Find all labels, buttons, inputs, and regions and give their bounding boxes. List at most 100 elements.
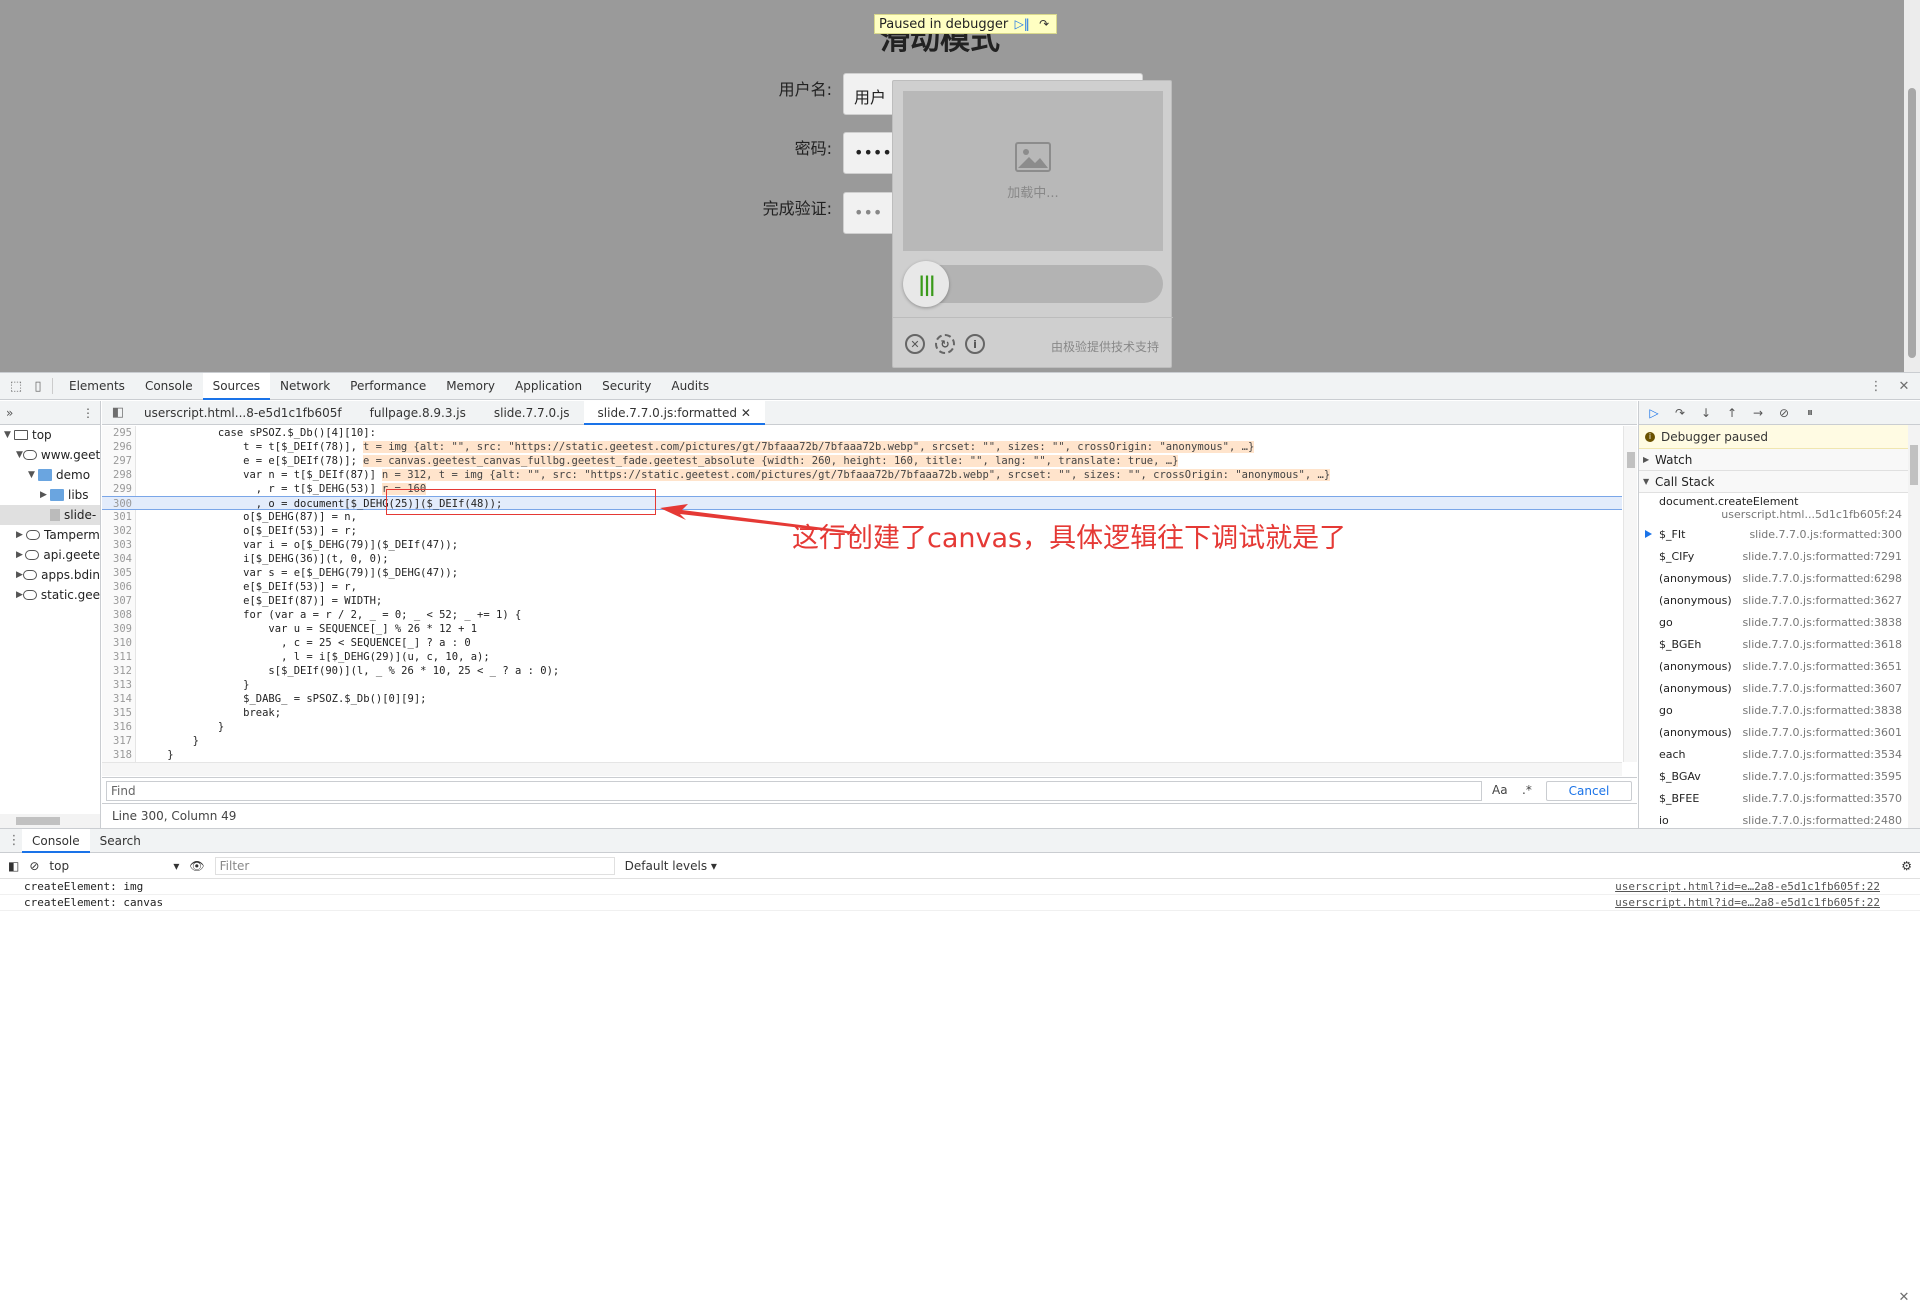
- settings-gear-icon[interactable]: ⚙: [1901, 859, 1912, 873]
- line-number[interactable]: 306: [102, 580, 136, 594]
- device-toolbar-icon[interactable]: ▯: [30, 378, 46, 394]
- file-tab[interactable]: userscript.html...8-e5d1c1fb605f: [130, 401, 356, 425]
- line-number[interactable]: 318: [102, 748, 136, 762]
- debugger-scrollbar[interactable]: [1908, 425, 1920, 828]
- call-stack-frame[interactable]: go slide.7.7.0.js:formatted:3838: [1639, 699, 1920, 721]
- tab-audits[interactable]: Audits: [661, 373, 719, 400]
- line-number[interactable]: 317: [102, 734, 136, 748]
- close-drawer-icon[interactable]: ✕: [1896, 1289, 1912, 1305]
- code-area[interactable]: 295 case sPSOZ.$_Db()[4][10]: 296 t = t[$…: [102, 426, 1622, 762]
- watch-section[interactable]: ▶ Watch: [1639, 449, 1920, 471]
- tab-application[interactable]: Application: [505, 373, 592, 400]
- tree-item[interactable]: ▶ api.geete: [0, 545, 100, 565]
- tree-item[interactable]: ▼ top: [0, 425, 100, 445]
- pause-on-exceptions-icon[interactable]: ⏸: [1801, 404, 1819, 422]
- captcha-slider-knob[interactable]: |||: [903, 261, 949, 307]
- call-stack-frame[interactable]: $_CIFy slide.7.7.0.js:formatted:7291: [1639, 545, 1920, 567]
- line-number[interactable]: 307: [102, 594, 136, 608]
- tree-item[interactable]: ▶ apps.bdin: [0, 565, 100, 585]
- clear-console-icon[interactable]: ⊘: [29, 859, 39, 873]
- navigator-hscrollbar[interactable]: [0, 814, 100, 828]
- deactivate-breakpoints-icon[interactable]: ⊘: [1775, 404, 1793, 422]
- toggle-navigator-icon[interactable]: ◧: [110, 405, 126, 421]
- tree-item[interactable]: ▶ libs: [0, 485, 100, 505]
- call-stack-frame[interactable]: (anonymous) slide.7.7.0.js:formatted:3607: [1639, 677, 1920, 699]
- step-out-icon[interactable]: ↑: [1723, 404, 1741, 422]
- eye-icon[interactable]: 👁: [189, 859, 204, 873]
- navigator-menu-icon[interactable]: ⋮: [82, 406, 94, 420]
- call-stack-frame[interactable]: (anonymous) slide.7.7.0.js:formatted:3601: [1639, 721, 1920, 743]
- call-stack-frame[interactable]: (anonymous) slide.7.7.0.js:formatted:3651: [1639, 655, 1920, 677]
- inspect-icon[interactable]: ⬚: [8, 378, 24, 394]
- line-number[interactable]: 313: [102, 678, 136, 692]
- tree-item[interactable]: ▼ www.geet: [0, 445, 100, 465]
- tree-item[interactable]: ▶ static.gee: [0, 585, 100, 605]
- line-number[interactable]: 296: [102, 440, 136, 454]
- more-tabs-icon[interactable]: »: [6, 406, 13, 420]
- resume-icon[interactable]: ▷: [1645, 404, 1663, 422]
- call-stack-section[interactable]: ▼ Call Stack: [1639, 471, 1920, 493]
- line-number[interactable]: 308: [102, 608, 136, 622]
- tab-console[interactable]: Console: [135, 373, 203, 400]
- tree-item[interactable]: ▼ demo: [0, 465, 100, 485]
- line-number[interactable]: 311: [102, 650, 136, 664]
- more-menu-icon[interactable]: ⋮: [1868, 378, 1884, 394]
- find-input[interactable]: Find: [106, 781, 1482, 801]
- line-number[interactable]: 304: [102, 552, 136, 566]
- page-scrollbar[interactable]: [1904, 0, 1920, 372]
- drawer-tab-search[interactable]: Search: [90, 829, 151, 853]
- line-number[interactable]: 312: [102, 664, 136, 678]
- call-stack-frame[interactable]: go slide.7.7.0.js:formatted:3838: [1639, 611, 1920, 633]
- line-number[interactable]: 316: [102, 720, 136, 734]
- find-cancel-button[interactable]: Cancel: [1546, 781, 1632, 801]
- tree-item[interactable]: slide-: [0, 505, 100, 525]
- sidebar-toggle-icon[interactable]: ◧: [8, 859, 19, 873]
- close-tab-icon[interactable]: ✕: [737, 406, 751, 420]
- file-tab[interactable]: slide.7.7.0.js:formatted ✕: [583, 400, 765, 425]
- step-into-icon[interactable]: ↓: [1697, 404, 1715, 422]
- code-hscrollbar[interactable]: [102, 762, 1622, 776]
- drawer-tab-console[interactable]: Console: [22, 828, 90, 853]
- tab-sources[interactable]: Sources: [202, 372, 271, 400]
- close-icon[interactable]: ✕: [905, 334, 925, 354]
- line-number[interactable]: 298: [102, 468, 136, 482]
- context-select[interactable]: top ▾: [49, 859, 179, 873]
- line-number[interactable]: 295: [102, 426, 136, 440]
- info-icon[interactable]: i: [965, 334, 985, 354]
- tree-item[interactable]: ▶ Tamperm: [0, 525, 100, 545]
- line-number[interactable]: 309: [102, 622, 136, 636]
- console-filter-input[interactable]: Filter: [214, 856, 615, 875]
- file-tab[interactable]: fullpage.8.9.3.js: [356, 401, 480, 425]
- line-number[interactable]: 297: [102, 454, 136, 468]
- line-number[interactable]: 314: [102, 692, 136, 706]
- tab-performance[interactable]: Performance: [340, 373, 436, 400]
- tab-security[interactable]: Security: [592, 373, 661, 400]
- tab-network[interactable]: Network: [270, 373, 340, 400]
- line-number[interactable]: 301: [102, 510, 136, 524]
- tab-elements[interactable]: Elements: [59, 373, 135, 400]
- call-stack-frame[interactable]: $_FIt slide.7.7.0.js:formatted:300: [1639, 523, 1920, 545]
- call-stack-frame[interactable]: $_BGEh slide.7.7.0.js:formatted:3618: [1639, 633, 1920, 655]
- line-number[interactable]: 303: [102, 538, 136, 552]
- drawer-menu-icon[interactable]: ⋮: [6, 833, 22, 849]
- line-number[interactable]: 305: [102, 566, 136, 580]
- regex-toggle[interactable]: .*: [1522, 783, 1532, 797]
- line-number[interactable]: 300: [102, 497, 136, 511]
- tab-memory[interactable]: Memory: [436, 373, 505, 400]
- call-stack-frame[interactable]: $_BFEE slide.7.7.0.js:formatted:3570: [1639, 787, 1920, 809]
- match-case-toggle[interactable]: Aa: [1492, 783, 1508, 797]
- call-stack-frame[interactable]: (anonymous) slide.7.7.0.js:formatted:3627: [1639, 589, 1920, 611]
- line-number[interactable]: 302: [102, 524, 136, 538]
- file-tab[interactable]: slide.7.7.0.js: [480, 401, 584, 425]
- console-source-link[interactable]: userscript.html?id=e…2a8-e5d1c1fb605f:22: [1615, 879, 1880, 895]
- resume-icon[interactable]: ▷‖: [1014, 17, 1030, 31]
- step-over-icon[interactable]: ↷: [1036, 17, 1052, 31]
- close-devtools-icon[interactable]: ✕: [1896, 378, 1912, 394]
- call-stack-frame[interactable]: (anonymous) slide.7.7.0.js:formatted:6298: [1639, 567, 1920, 589]
- call-stack-frame[interactable]: each slide.7.7.0.js:formatted:3534: [1639, 743, 1920, 765]
- log-levels-select[interactable]: Default levels ▾: [625, 859, 717, 873]
- line-number[interactable]: 315: [102, 706, 136, 720]
- line-number[interactable]: 299: [102, 482, 136, 496]
- call-stack-frame[interactable]: document.createElement userscript.html...…: [1639, 493, 1920, 523]
- line-number[interactable]: 310: [102, 636, 136, 650]
